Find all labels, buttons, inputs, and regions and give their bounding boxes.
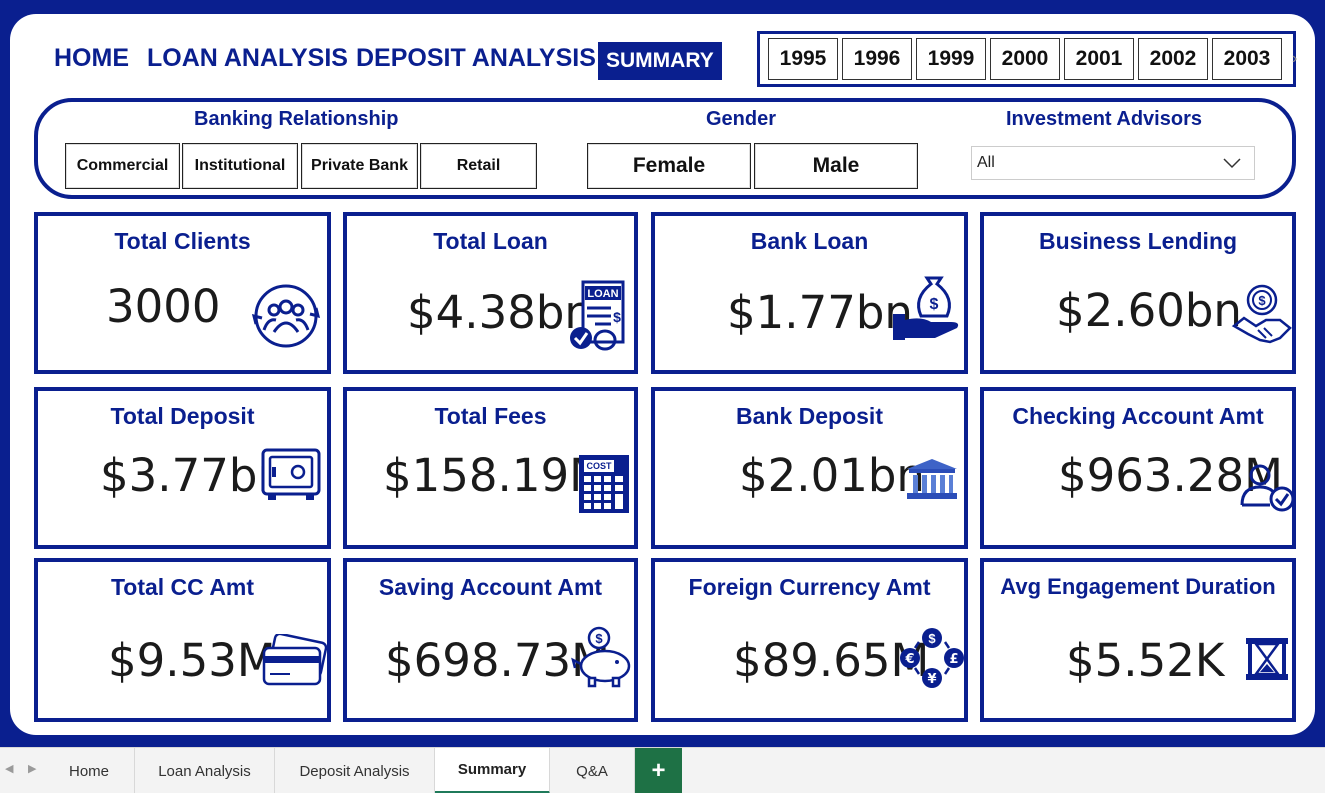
card-value: $2.01bn <box>739 449 925 502</box>
tab-loan-analysis[interactable]: Loan Analysis <box>135 748 275 793</box>
svg-text:$: $ <box>595 631 603 646</box>
handshake-dollar-icon: $ <box>1231 284 1292 344</box>
nav-loan-analysis[interactable]: LOAN ANALYSIS <box>147 44 348 73</box>
card-title: Total Loan <box>433 228 548 254</box>
nav-deposit-analysis[interactable]: DEPOSIT ANALYSIS <box>356 44 596 73</box>
card-title: Total Fees <box>434 403 547 429</box>
icon-label: COST <box>586 461 612 471</box>
banking-relationship-label: Banking Relationship <box>194 108 399 130</box>
filter-female[interactable]: Female <box>587 143 751 189</box>
svg-text:€: € <box>904 652 914 667</box>
year-button[interactable]: 2000 <box>990 38 1060 80</box>
nav-summary[interactable]: SUMMARY <box>598 42 722 80</box>
piggy-bank-icon: $ <box>571 626 631 688</box>
loan-document-icon: LOAN $ <box>570 280 625 351</box>
currency-exchange-icon: $ € £ ¥ <box>900 628 964 688</box>
year-button[interactable]: 1999 <box>916 38 986 80</box>
dropdown-value: All <box>977 154 995 171</box>
card-title: Total CC Amt <box>110 574 255 600</box>
gender-label: Gender <box>706 108 777 130</box>
tab-summary[interactable]: Summary <box>435 748 550 793</box>
card-value: 3000 <box>106 280 221 333</box>
kpi-card-total-loan: Total Loan $4.38bn LOAN $ <box>343 212 638 374</box>
kpi-card-checking-account-amt: Checking Account Amt $963.28M <box>980 387 1296 549</box>
card-title: Saving Account Amt <box>378 574 603 600</box>
card-value: $2.60bn <box>1056 284 1242 337</box>
card-title: Total Clients <box>114 228 251 254</box>
card-value: $9.53M <box>108 634 276 687</box>
filter-institutional[interactable]: Institutional <box>182 143 298 189</box>
card-value: $5.52K <box>1066 634 1225 687</box>
svg-text:$: $ <box>928 631 936 646</box>
card-title: Bank Loan <box>750 228 869 254</box>
card-title: Avg Engagement Duration <box>1000 574 1276 599</box>
credit-card-icon <box>262 634 328 686</box>
kpi-card-total-deposit: Total Deposit $3.77bn <box>34 387 331 549</box>
year-button[interactable]: 2001 <box>1064 38 1134 80</box>
kpi-card-saving-account-amt: Saving Account Amt $698.73M $ <box>343 558 638 722</box>
card-value: $1.77bn <box>727 286 913 339</box>
filter-retail[interactable]: Retail <box>420 143 537 189</box>
card-value: $4.38bn <box>407 286 593 339</box>
card-title: Bank Deposit <box>736 403 883 429</box>
user-check-icon <box>1240 464 1295 512</box>
card-title: Total Deposit <box>110 403 255 429</box>
card-value: $3.77bn <box>100 449 286 502</box>
icon-label: LOAN <box>587 288 618 300</box>
kpi-card-total-fees: Total Fees $158.19M COST <box>343 387 638 549</box>
kpi-card-avg-engagement-duration: Avg Engagement Duration $5.52K <box>980 558 1296 722</box>
chevron-down-icon <box>1223 158 1241 169</box>
scroll-left-icon[interactable]: ◀ <box>5 762 13 775</box>
sheet-tab-bar: ◀ ▶ Home Loan Analysis Deposit Analysis … <box>0 747 1325 793</box>
card-title: Foreign Currency Amt <box>688 574 931 600</box>
hourglass-icon <box>1246 638 1288 680</box>
kpi-card-foreign-currency-amt: Foreign Currency Amt $89.65M $ € £ ¥ <box>651 558 968 722</box>
svg-text:£: £ <box>949 652 958 667</box>
filter-commercial[interactable]: Commercial <box>65 143 180 189</box>
year-button[interactable]: 2003 <box>1212 38 1282 80</box>
kpi-card-business-lending: Business Lending $2.60bn $ <box>980 212 1296 374</box>
svg-text:$: $ <box>930 296 939 313</box>
kpi-card-bank-loan: Bank Loan $1.77bn $ <box>651 212 968 374</box>
kpi-card-total-cc-amt: Total CC Amt $9.53M <box>34 558 331 722</box>
svg-text:¥: ¥ <box>927 672 936 687</box>
kpi-card-bank-deposit: Bank Deposit $2.01bn <box>651 387 968 549</box>
card-value: $158.19M <box>383 449 608 502</box>
chevron-right-icon[interactable]: › <box>1292 50 1297 68</box>
safe-icon <box>261 448 321 500</box>
nav-home[interactable]: HOME <box>54 44 129 73</box>
money-bag-hand-icon: $ <box>893 276 959 340</box>
scroll-right-icon[interactable]: ▶ <box>28 762 36 775</box>
card-title: Checking Account Amt <box>1012 403 1264 429</box>
year-slicer: 1995 1996 1999 2000 2001 2002 2003 <box>757 31 1296 87</box>
add-sheet-button[interactable]: + <box>635 748 682 793</box>
kpi-card-total-clients: Total Clients 3000 <box>34 212 331 374</box>
tab-qa[interactable]: Q&A <box>550 748 635 793</box>
card-title: Business Lending <box>1038 228 1238 254</box>
investment-advisors-label: Investment Advisors <box>1006 108 1202 130</box>
year-button[interactable]: 1996 <box>842 38 912 80</box>
svg-text:$: $ <box>1258 293 1266 308</box>
tab-deposit-analysis[interactable]: Deposit Analysis <box>275 748 435 793</box>
tab-home[interactable]: Home <box>44 748 135 793</box>
year-button[interactable]: 1995 <box>768 38 838 80</box>
investment-advisors-dropdown[interactable]: All <box>971 146 1255 180</box>
clients-icon <box>251 284 321 348</box>
calculator-icon: COST <box>579 455 629 513</box>
filter-private-bank[interactable]: Private Bank <box>301 143 418 189</box>
svg-text:$: $ <box>613 309 621 325</box>
bank-building-icon <box>907 459 957 499</box>
year-button[interactable]: 2002 <box>1138 38 1208 80</box>
filter-male[interactable]: Male <box>754 143 918 189</box>
